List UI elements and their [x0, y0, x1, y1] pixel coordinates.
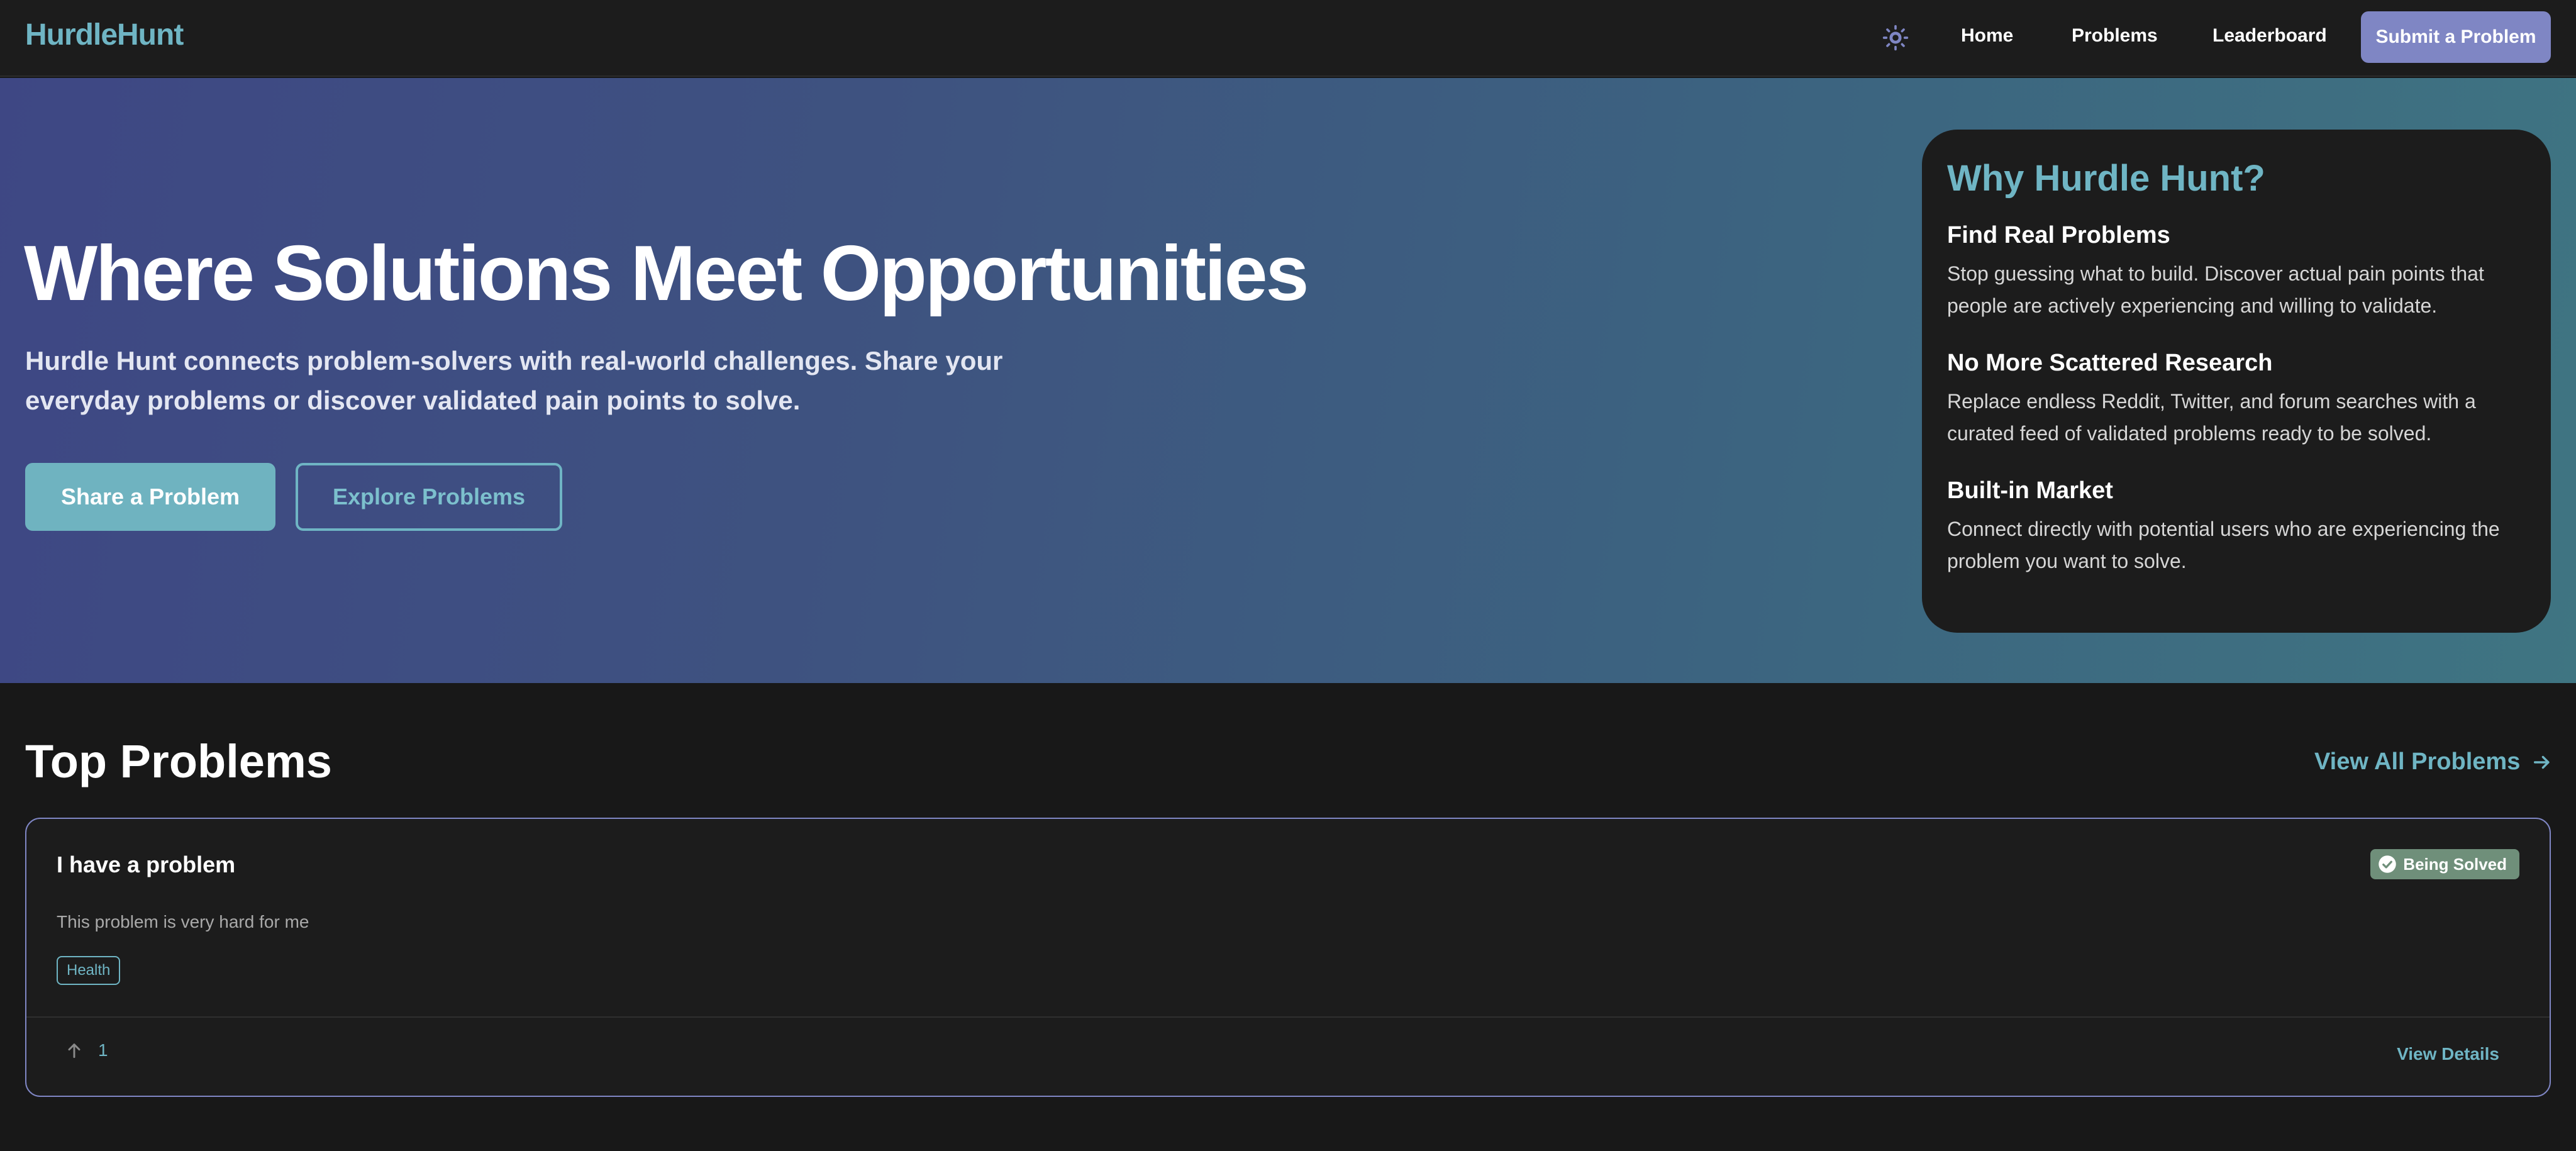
nav-link-leaderboard[interactable]: Leaderboard [2212, 25, 2327, 47]
status-label: Being Solved [2403, 854, 2507, 874]
arrow-up-icon [68, 1043, 80, 1059]
check-circle-icon [2379, 855, 2397, 873]
why-card-title: Why Hurdle Hunt? [1947, 158, 2265, 199]
top-navbar: HurdleHunt Home Problems Leaderboard Sub… [0, 0, 2576, 77]
hero-title: Where Solutions Meet Opportunities [24, 230, 1309, 317]
view-all-label: View All Problems [2314, 748, 2521, 775]
arrow-right-icon [2534, 755, 2550, 769]
top-problems-title: Top Problems [25, 735, 332, 787]
problem-card-footer: 1 View Details [26, 1016, 2550, 1096]
sun-icon [1882, 25, 1909, 51]
why-item-built-in-market: Built-in Market Connect directly with po… [1947, 477, 2526, 577]
hero-section: Where Solutions Meet Opportunities Hurdl… [0, 78, 2576, 683]
theme-toggle-button[interactable] [1880, 23, 1911, 53]
problem-tag[interactable]: Health [57, 956, 121, 985]
problem-description: This problem is very hard for me [57, 912, 309, 931]
upvote-count: 1 [98, 1040, 108, 1060]
problem-card[interactable]: I have a problem Being Solved This probl… [25, 818, 2551, 1097]
explore-problems-button[interactable]: Explore Problems [296, 463, 562, 531]
brand-logo[interactable]: HurdleHunt [25, 18, 184, 52]
why-item-find-real-problems: Find Real Problems Stop guessing what to… [1947, 222, 2526, 322]
upvote-button[interactable]: 1 [64, 1040, 108, 1060]
why-hurdle-hunt-card: Why Hurdle Hunt? Find Real Problems Stop… [1922, 130, 2551, 633]
why-item-text: Stop guessing what to build. Discover ac… [1947, 262, 2484, 317]
why-item-no-scattered-research: No More Scattered Research Replace endle… [1947, 350, 2526, 450]
why-item-heading: Built-in Market [1947, 477, 2113, 504]
hero-subtitle: Hurdle Hunt connects problem-solvers wit… [25, 346, 1003, 415]
why-item-text: Replace endless Reddit, Twitter, and for… [1947, 390, 2476, 445]
submit-problem-button[interactable]: Submit a Problem [2361, 11, 2551, 63]
view-details-link[interactable]: View Details [2397, 1044, 2499, 1064]
nav-link-problems[interactable]: Problems [2072, 25, 2158, 47]
why-item-text: Connect directly with potential users wh… [1947, 518, 2500, 572]
why-item-heading: Find Real Problems [1947, 222, 2170, 248]
nav-link-home[interactable]: Home [1961, 25, 2013, 47]
why-item-heading: No More Scattered Research [1947, 350, 2273, 376]
status-badge: Being Solved [2370, 849, 2519, 879]
share-problem-button[interactable]: Share a Problem [25, 463, 275, 531]
view-all-problems-link[interactable]: View All Problems [2314, 748, 2553, 776]
problem-title[interactable]: I have a problem [57, 852, 235, 878]
